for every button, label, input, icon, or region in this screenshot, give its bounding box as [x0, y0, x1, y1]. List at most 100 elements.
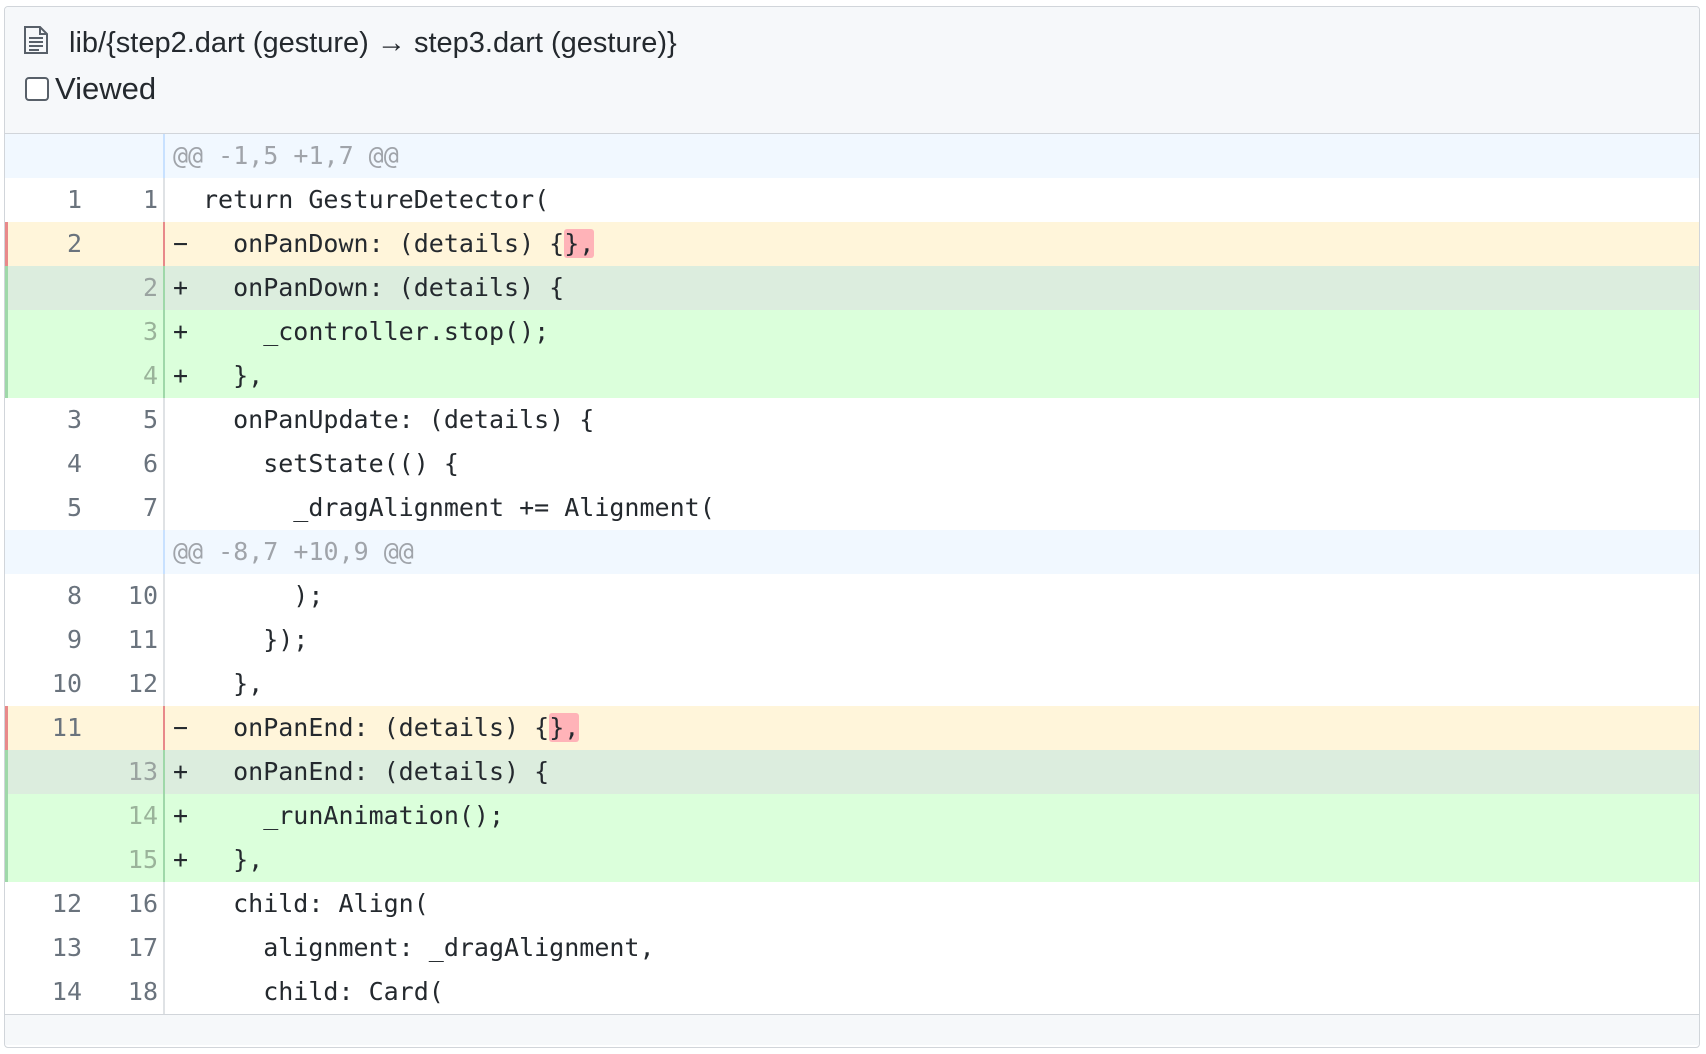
diff-row: 46 setState(() { — [5, 442, 1699, 486]
hunk-header-row: @@ -1,5 +1,7 @@ — [5, 134, 1699, 178]
new-line-number[interactable]: 5 — [85, 398, 165, 442]
code-line: + _controller.stop(); — [165, 310, 1699, 354]
code-line: ); — [165, 574, 1699, 618]
new-line-number[interactable] — [85, 530, 165, 574]
old-line-number[interactable] — [5, 134, 85, 178]
viewed-checkbox[interactable] — [25, 77, 49, 101]
new-line-number[interactable]: 13 — [85, 750, 165, 794]
diff-marker: + — [173, 845, 189, 874]
old-line-number[interactable]: 14 — [5, 970, 85, 1014]
code-line: child: Align( — [165, 882, 1699, 926]
diff-row: 11 − onPanEnd: (details) {}, — [5, 706, 1699, 750]
old-line-number[interactable] — [5, 266, 85, 310]
old-line-number[interactable]: 2 — [5, 222, 85, 266]
diff-row: 12 16 child: Align( — [5, 882, 1699, 926]
new-line-number[interactable]: 2 — [85, 266, 165, 310]
new-line-number[interactable]: 15 — [85, 838, 165, 882]
old-line-number[interactable]: 4 — [5, 442, 85, 486]
old-line-number[interactable] — [5, 794, 85, 838]
file-header: lib/{step2.dart (gesture) → step3.dart (… — [5, 7, 1699, 134]
new-line-number[interactable]: 12 — [85, 662, 165, 706]
code-text: }, — [203, 669, 264, 698]
code-text: _controller.stop(); — [203, 317, 550, 346]
diff-marker: − — [173, 713, 189, 742]
new-line-number[interactable]: 10 — [85, 574, 165, 618]
code-line: }); — [165, 618, 1699, 662]
code-text: return GestureDetector( — [203, 185, 550, 214]
diff-row: 15 + }, — [5, 838, 1699, 882]
old-line-number[interactable]: 8 — [5, 574, 85, 618]
diff-row: 9 11 }); — [5, 618, 1699, 662]
code-text: child: Card( — [203, 977, 444, 1006]
new-line-number[interactable]: 7 — [85, 486, 165, 530]
code-line: + _runAnimation(); — [165, 794, 1699, 838]
new-line-number[interactable]: 14 — [85, 794, 165, 838]
code-line: onPanUpdate: (details) { — [165, 398, 1699, 442]
old-line-number[interactable] — [5, 310, 85, 354]
new-line-number[interactable] — [85, 134, 165, 178]
code-text: }, — [203, 361, 264, 390]
old-line-number[interactable] — [5, 750, 85, 794]
viewed-toggle[interactable]: Viewed — [25, 69, 156, 109]
code-text: onPanEnd: (details) { — [203, 757, 550, 786]
code-text: }); — [203, 625, 309, 654]
diff-footer — [5, 1014, 1699, 1045]
code-line: + onPanDown: (details) { — [165, 266, 1699, 310]
code-text: alignment: _dragAlignment, — [203, 933, 655, 962]
old-line-number[interactable]: 9 — [5, 618, 85, 662]
code-line: return GestureDetector( — [165, 178, 1699, 222]
hunk-header-row: @@ -8,7 +10,9 @@ — [5, 530, 1699, 574]
new-line-number[interactable] — [85, 706, 165, 750]
diff-marker: + — [173, 317, 189, 346]
new-line-number[interactable]: 16 — [85, 882, 165, 926]
diff-marker: + — [173, 361, 189, 390]
code-line: @@ -8,7 +10,9 @@ — [165, 530, 1699, 574]
file-path[interactable]: lib/{step2.dart (gesture) → step3.dart (… — [69, 25, 677, 61]
old-line-number[interactable]: 11 — [5, 706, 85, 750]
code-line: @@ -1,5 +1,7 @@ — [165, 134, 1699, 178]
old-line-number[interactable]: 10 — [5, 662, 85, 706]
old-line-number[interactable] — [5, 838, 85, 882]
old-line-number[interactable] — [5, 530, 85, 574]
diff-row: 35 onPanUpdate: (details) { — [5, 398, 1699, 442]
diff-row: 14 18 child: Card( — [5, 970, 1699, 1014]
diff-marker: + — [173, 801, 189, 830]
old-line-number[interactable]: 12 — [5, 882, 85, 926]
code-line: setState(() { — [165, 442, 1699, 486]
old-line-number[interactable] — [5, 354, 85, 398]
code-text: onPanDown: (details) { — [203, 273, 565, 302]
old-line-number[interactable]: 13 — [5, 926, 85, 970]
diff-table: @@ -1,5 +1,7 @@ 1 1 return GestureDetector(… — [5, 134, 1699, 1014]
code-text: _dragAlignment += Alignment( — [203, 493, 715, 522]
diff-file: lib/{step2.dart (gesture) → step3.dart (… — [4, 6, 1700, 1048]
new-line-number[interactable]: 4 — [85, 354, 165, 398]
code-text: child: Align( — [203, 889, 429, 918]
code-line: }, — [165, 662, 1699, 706]
new-line-number[interactable] — [85, 222, 165, 266]
new-line-number[interactable]: 17 — [85, 926, 165, 970]
code-text: @@ -1,5 +1,7 @@ — [173, 141, 399, 170]
code-line: − onPanEnd: (details) {}, — [165, 706, 1699, 750]
code-text: onPanDown: (details) { — [203, 229, 565, 258]
diff-row: 13 17 alignment: _dragAlignment, — [5, 926, 1699, 970]
diff-marker: − — [173, 229, 189, 258]
code-text: _runAnimation(); — [203, 801, 505, 830]
new-line-number[interactable]: 1 — [85, 178, 165, 222]
old-line-number[interactable]: 1 — [5, 178, 85, 222]
diff-marker: + — [173, 757, 189, 786]
code-text: onPanEnd: (details) { — [203, 713, 550, 742]
diff-row: 3 + _controller.stop(); — [5, 310, 1699, 354]
diff-row: 4 + }, — [5, 354, 1699, 398]
code-line: alignment: _dragAlignment, — [165, 926, 1699, 970]
old-line-number[interactable]: 5 — [5, 486, 85, 530]
diff-row: 13 + onPanEnd: (details) { — [5, 750, 1699, 794]
diff-row: 2 − onPanDown: (details) {}, — [5, 222, 1699, 266]
new-line-number[interactable]: 11 — [85, 618, 165, 662]
code-text: setState(() { — [203, 449, 459, 478]
code-line: + }, — [165, 838, 1699, 882]
new-line-number[interactable]: 3 — [85, 310, 165, 354]
code-line: child: Card( — [165, 970, 1699, 1014]
new-line-number[interactable]: 6 — [85, 442, 165, 486]
old-line-number[interactable]: 3 — [5, 398, 85, 442]
new-line-number[interactable]: 18 — [85, 970, 165, 1014]
